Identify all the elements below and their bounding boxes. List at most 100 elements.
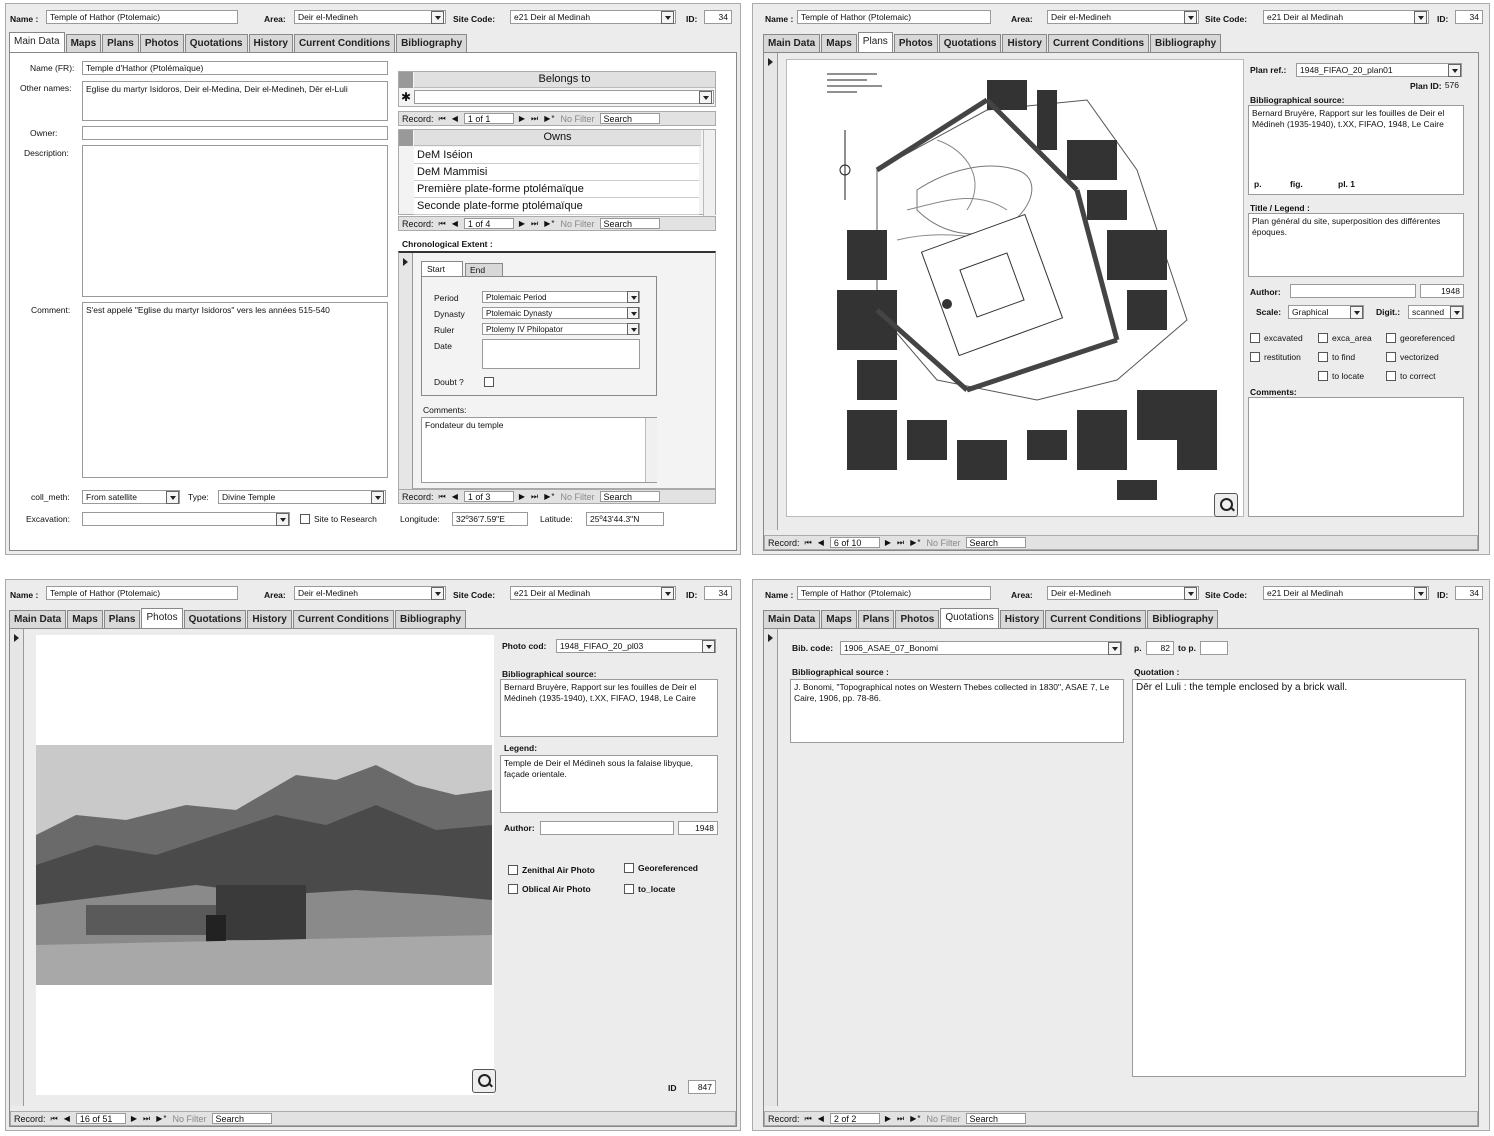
tab-history[interactable]: History: [999, 610, 1045, 628]
tab-current-conditions[interactable]: Current Conditions: [292, 610, 394, 628]
nav-first-icon[interactable]: ⏮: [439, 492, 447, 502]
period-select[interactable]: Ptolemaic Period: [482, 291, 640, 303]
name-field[interactable]: Temple of Hathor (Ptolemaic): [797, 10, 991, 24]
area-select[interactable]: Deir el-Medineh: [294, 10, 446, 24]
tab-end[interactable]: End: [465, 263, 503, 277]
legend-field[interactable]: Temple de Deir el Médineh sous la falais…: [500, 755, 718, 813]
no-filter-button[interactable]: No Filter: [927, 1114, 961, 1124]
chevron-down-icon[interactable]: [661, 587, 674, 600]
chevron-down-icon[interactable]: [1448, 64, 1461, 77]
nav-new-icon[interactable]: ▶*: [544, 492, 555, 501]
to-page-field[interactable]: [1200, 641, 1228, 655]
chevron-down-icon[interactable]: [627, 291, 639, 303]
name-fr-field[interactable]: Temple d'Hathor (Ptolémaïque): [82, 61, 388, 75]
vectorized-checkbox[interactable]: [1386, 352, 1396, 362]
nav-prev-icon[interactable]: ◀: [452, 114, 459, 123]
to-correct-checkbox[interactable]: [1386, 371, 1396, 381]
chevron-down-icon[interactable]: [702, 640, 715, 653]
record-selector-icon[interactable]: [399, 253, 413, 489]
nav-first-icon[interactable]: ⏮: [439, 114, 447, 124]
page-field[interactable]: 82: [1146, 641, 1174, 655]
tab-history[interactable]: History: [248, 34, 293, 52]
photo-cod-select[interactable]: 1948_FIFAO_20_pl03: [556, 639, 716, 653]
search-input[interactable]: Search: [211, 1113, 272, 1124]
nav-first-icon[interactable]: ⏮: [805, 538, 813, 548]
excavation-select[interactable]: [82, 512, 290, 526]
chevron-down-icon[interactable]: [1108, 642, 1121, 655]
tab-current-conditions[interactable]: Current Conditions: [293, 34, 396, 52]
tab-photos[interactable]: Photos: [139, 34, 184, 52]
area-select[interactable]: Deir el-Medineh: [1047, 586, 1199, 600]
comment-field[interactable]: S'est appelé "Eglise du martyr Isidoros"…: [82, 302, 388, 478]
chevron-down-icon[interactable]: [431, 11, 444, 24]
tab-history[interactable]: History: [247, 610, 292, 628]
no-filter-button[interactable]: No Filter: [561, 219, 595, 229]
date-field[interactable]: [482, 339, 640, 369]
tab-plans[interactable]: Plans: [102, 34, 139, 52]
tab-maps[interactable]: Maps: [821, 610, 857, 628]
tab-main-data[interactable]: Main Data: [763, 610, 821, 628]
tab-start[interactable]: Start: [421, 261, 463, 277]
zoom-icon[interactable]: [472, 1069, 496, 1093]
chevron-down-icon[interactable]: [661, 11, 674, 24]
tab-bibliography[interactable]: Bibliography: [396, 34, 468, 52]
nav-first-icon[interactable]: ⏮: [51, 1114, 59, 1124]
chevron-down-icon[interactable]: [627, 307, 639, 319]
ruler-select[interactable]: Ptolemy IV Philopator: [482, 323, 640, 335]
search-input[interactable]: Search: [599, 113, 660, 124]
area-select[interactable]: Deir el-Medineh: [1047, 10, 1199, 24]
chrono-comments-field[interactable]: Fondateur du temple: [421, 417, 657, 483]
nav-first-icon[interactable]: ⏮: [439, 219, 447, 229]
to-locate-checkbox[interactable]: [1318, 371, 1328, 381]
nav-new-icon[interactable]: ▶*: [544, 114, 555, 123]
georeferenced-checkbox[interactable]: [624, 863, 634, 873]
chevron-down-icon[interactable]: [699, 91, 712, 104]
tab-photos[interactable]: Photos: [893, 34, 938, 52]
tab-quotations[interactable]: Quotations: [184, 34, 248, 52]
site-code-select[interactable]: e21 Deir al Medinah: [510, 10, 676, 24]
nav-next-icon[interactable]: ▶: [885, 538, 892, 547]
chevron-down-icon[interactable]: [1184, 587, 1197, 600]
excavated-checkbox[interactable]: [1250, 333, 1260, 343]
tab-history[interactable]: History: [1002, 34, 1047, 52]
plan-comments-field[interactable]: [1248, 397, 1464, 517]
nav-next-icon[interactable]: ▶: [519, 114, 526, 123]
biblio-field[interactable]: Bernard Bruyère, Rapport sur les fouille…: [1248, 105, 1464, 195]
tab-maps[interactable]: Maps: [65, 34, 102, 52]
record-counter[interactable]: 1 of 1: [463, 113, 514, 124]
record-counter[interactable]: 1 of 3: [463, 491, 514, 502]
search-input[interactable]: Search: [965, 1113, 1026, 1124]
tab-main-data[interactable]: Main Data: [9, 32, 65, 52]
chevron-down-icon[interactable]: [1414, 11, 1427, 24]
tab-plans[interactable]: Plans: [857, 610, 895, 628]
dynasty-select[interactable]: Ptolemaic Dynasty: [482, 307, 640, 319]
scrollbar[interactable]: [645, 418, 657, 482]
longitude-field[interactable]: 32º36'7.59"E: [452, 512, 528, 526]
tab-quotations[interactable]: Quotations: [183, 610, 247, 628]
bib-code-select[interactable]: 1906_ASAE_07_Bonomi: [840, 641, 1122, 655]
nav-new-icon[interactable]: ▶*: [910, 1114, 921, 1123]
owner-field[interactable]: [82, 126, 388, 140]
nav-next-icon[interactable]: ▶: [885, 1114, 892, 1123]
nav-last-icon[interactable]: ⏭: [897, 538, 905, 548]
no-filter-button[interactable]: No Filter: [561, 114, 595, 124]
chevron-down-icon[interactable]: [1450, 306, 1463, 319]
name-field[interactable]: Temple of Hathor (Ptolemaic): [797, 586, 991, 600]
tab-photos[interactable]: Photos: [895, 610, 940, 628]
chevron-down-icon[interactable]: [1414, 587, 1427, 600]
tab-quotations[interactable]: Quotations: [940, 608, 999, 628]
nav-new-icon[interactable]: ▶*: [156, 1114, 167, 1123]
nav-last-icon[interactable]: ⏭: [531, 492, 539, 502]
record-counter[interactable]: 6 of 10: [829, 537, 880, 548]
search-input[interactable]: Search: [965, 537, 1026, 548]
record-counter[interactable]: 16 of 51: [75, 1113, 126, 1124]
nav-first-icon[interactable]: ⏮: [805, 1114, 813, 1124]
nav-new-icon[interactable]: ▶*: [910, 538, 921, 547]
title-legend-field[interactable]: Plan général du site, superposition des …: [1248, 213, 1464, 277]
record-counter[interactable]: 1 of 4: [463, 218, 514, 229]
nav-prev-icon[interactable]: ◀: [64, 1114, 71, 1123]
exca-area-checkbox[interactable]: [1318, 333, 1328, 343]
nav-next-icon[interactable]: ▶: [519, 219, 526, 228]
no-filter-button[interactable]: No Filter: [927, 538, 961, 548]
nav-last-icon[interactable]: ⏭: [897, 1114, 905, 1124]
